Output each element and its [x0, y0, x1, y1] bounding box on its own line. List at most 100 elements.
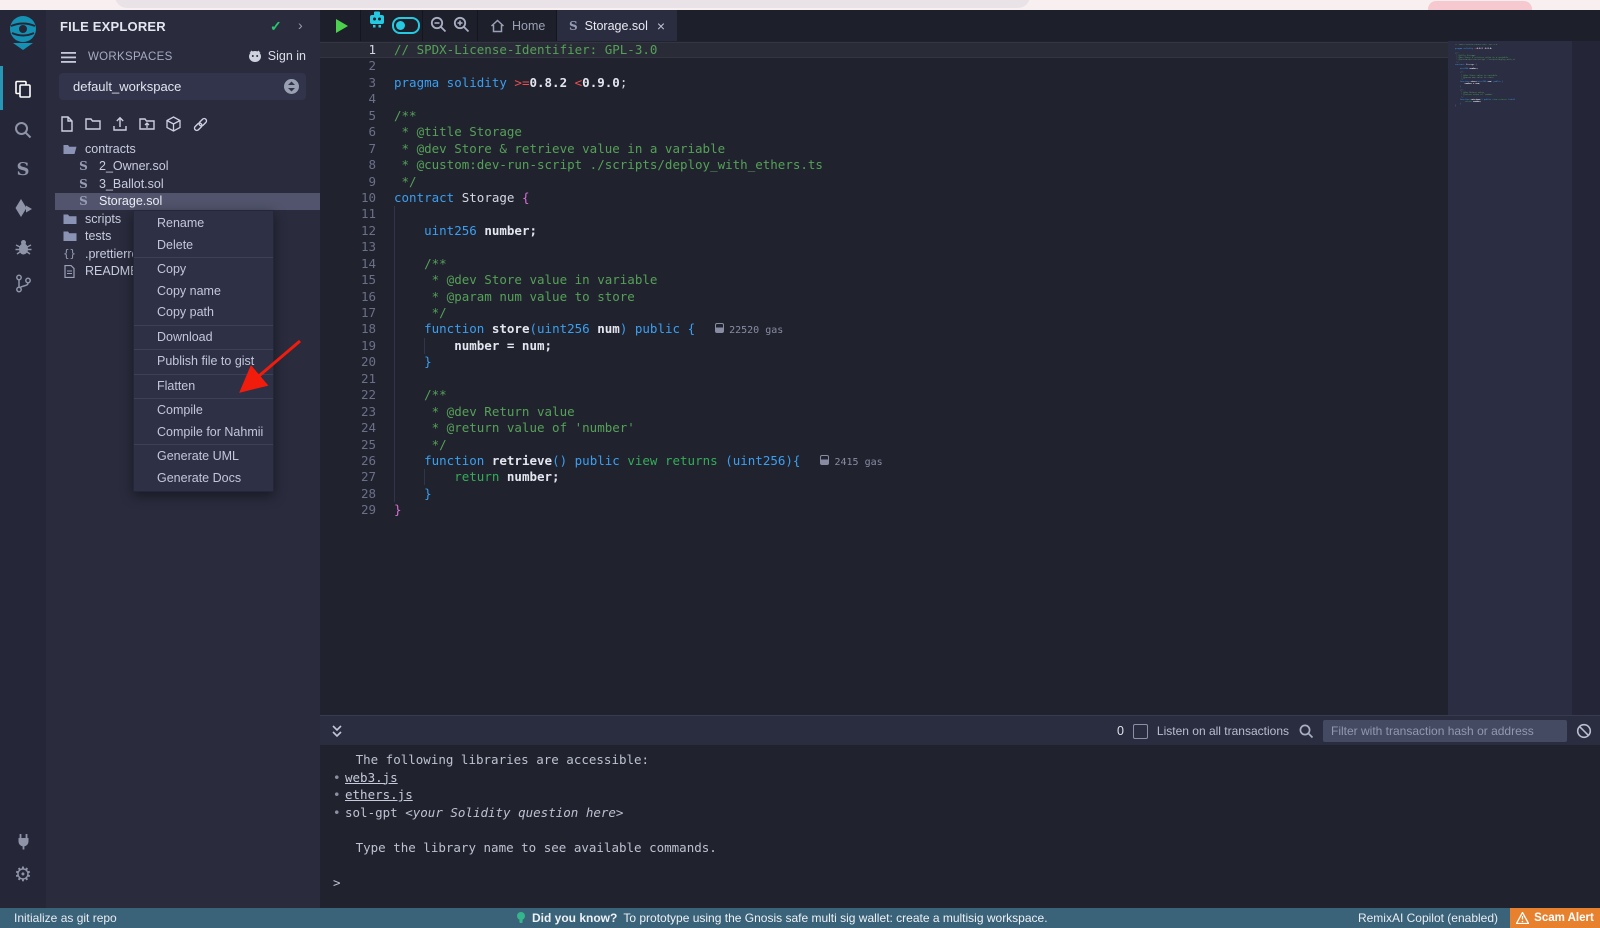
tree-item-label: tests	[85, 229, 111, 243]
menu-item-rename[interactable]: Rename	[134, 213, 273, 235]
bullet: •	[333, 804, 345, 822]
upload-folder-icon[interactable]	[139, 116, 155, 133]
menu-item-copy-path[interactable]: Copy path	[134, 302, 273, 324]
line-number: 23	[320, 404, 376, 420]
minimap[interactable]: // SPDX-License-Identifier: GPL-3.0pragm…	[1455, 44, 1515, 107]
line-number: 24	[320, 420, 376, 436]
browser-pink-element	[1428, 1, 1532, 10]
home-icon	[490, 19, 505, 33]
menu-item-flatten[interactable]: Flatten	[134, 376, 273, 398]
terminal-text-line: Type the library name to see available c…	[320, 839, 1600, 857]
folder-icon	[62, 230, 77, 242]
upload-file-icon[interactable]	[112, 116, 128, 133]
terminal-search-icon[interactable]	[1298, 723, 1314, 739]
listen-checkbox[interactable]	[1133, 724, 1148, 739]
line-number: 10	[320, 190, 376, 206]
workspaces-label: WORKSPACES	[88, 51, 173, 63]
terminal-prompt[interactable]: >	[333, 875, 341, 890]
remix-logo[interactable]	[0, 16, 46, 50]
menu-divider	[134, 325, 273, 326]
library-link[interactable]: ethers.js	[345, 787, 413, 802]
minimap-line: }	[1455, 105, 1515, 107]
line-number: 15	[320, 272, 376, 288]
workspaces-menu-icon[interactable]	[61, 51, 76, 64]
workspaces-row: WORKSPACES Sign in	[46, 48, 320, 70]
tree-item-3-ballot-sol[interactable]: S3_Ballot.sol	[46, 175, 320, 193]
menu-item-download[interactable]: Download	[134, 327, 273, 349]
collapse-terminal-icon[interactable]	[330, 724, 344, 738]
line-number: 6	[320, 124, 376, 140]
link-icon[interactable]	[192, 116, 209, 133]
line-number: 20	[320, 354, 376, 370]
git-icon[interactable]	[0, 266, 46, 300]
folder-open-icon	[62, 143, 77, 155]
lightbulb-icon	[516, 911, 526, 925]
did-you-know-tip: Did you know? To prototype using the Gno…	[516, 911, 1048, 925]
line-number: 26	[320, 453, 376, 469]
workspace-select[interactable]: default_workspace	[59, 73, 306, 100]
transaction-filter-input[interactable]	[1323, 720, 1567, 742]
tree-item-contracts[interactable]: contracts	[46, 140, 320, 158]
close-tab-icon[interactable]: ×	[657, 18, 665, 34]
workspace-name: default_workspace	[73, 79, 181, 94]
create-file-icon[interactable]	[59, 116, 74, 133]
file-actions-toolbar	[59, 116, 209, 133]
code-line	[394, 58, 883, 74]
terminal-text-line: The following libraries are accessible:	[320, 751, 1600, 769]
file-explorer-icon[interactable]	[0, 72, 46, 106]
menu-item-generate-docs[interactable]: Generate Docs	[134, 468, 273, 490]
deploy-and-run-icon[interactable]	[0, 191, 46, 225]
tab-storage-sol[interactable]: S Storage.sol ×	[557, 10, 677, 41]
sign-in-button[interactable]: Sign in	[247, 49, 306, 63]
line-number: 18	[320, 321, 376, 337]
menu-item-compile[interactable]: Compile	[134, 400, 273, 422]
line-number: 28	[320, 486, 376, 502]
menu-item-copy[interactable]: Copy	[134, 259, 273, 281]
menu-item-compile-for-nahmii[interactable]: Compile for Nahmii	[134, 422, 273, 444]
zoom-out-icon[interactable]	[429, 15, 448, 34]
terminal-output[interactable]: > The following libraries are accessible…	[320, 745, 1600, 914]
menu-item-copy-name[interactable]: Copy name	[134, 281, 273, 303]
line-number: 22	[320, 387, 376, 403]
line-number: 5	[320, 108, 376, 124]
ai-assistant-icon[interactable]	[366, 10, 388, 28]
init-git-repo-button[interactable]: Initialize as git repo	[14, 911, 117, 925]
zoom-in-icon[interactable]	[452, 15, 471, 34]
create-folder-icon[interactable]	[85, 116, 101, 133]
debugger-icon[interactable]	[0, 230, 46, 264]
code-content[interactable]: // SPDX-License-Identifier: GPL-3.0pragm…	[394, 42, 883, 519]
workspace-stepper-icon[interactable]	[284, 79, 299, 94]
code-line: function store(uint256 num) public {2252…	[394, 321, 883, 337]
settings-icon[interactable]: ⚙	[0, 858, 46, 892]
search-icon[interactable]	[0, 113, 46, 147]
scam-alert-button[interactable]: Scam Alert	[1510, 908, 1600, 928]
copilot-status[interactable]: RemixAI Copilot (enabled)	[1358, 911, 1498, 925]
solidity-compiler-icon[interactable]: S	[0, 152, 46, 186]
ipfs-cube-icon[interactable]	[166, 116, 181, 133]
code-line: */	[394, 305, 883, 321]
panel-chevron-icon[interactable]: ›	[298, 17, 303, 33]
tree-item-label: Storage.sol	[99, 194, 162, 208]
transaction-count: 0	[1117, 724, 1124, 738]
library-link[interactable]: web3.js	[345, 770, 398, 785]
tab-home[interactable]: Home	[478, 10, 557, 41]
status-bar: Initialize as git repo Did you know? To …	[0, 908, 1600, 928]
menu-item-delete[interactable]: Delete	[134, 235, 273, 257]
tree-item-2-owner-sol[interactable]: S2_Owner.sol	[46, 158, 320, 176]
tree-item-storage-sol[interactable]: SStorage.sol	[55, 193, 320, 211]
run-script-button[interactable]	[336, 19, 348, 33]
code-line	[394, 91, 883, 107]
menu-item-generate-uml[interactable]: Generate UML	[134, 446, 273, 468]
braces-icon: {}	[62, 248, 77, 260]
toolbar-divider	[360, 10, 361, 41]
clear-terminal-icon[interactable]	[1576, 723, 1592, 739]
code-line: */	[394, 437, 883, 453]
copilot-toggle[interactable]	[392, 17, 420, 34]
menu-item-publish-file-to-gist[interactable]: Publish file to gist	[134, 351, 273, 373]
minimap-band[interactable]	[1448, 41, 1572, 715]
terminal-library-link: •web3.js	[320, 769, 1600, 787]
plugin-manager-icon[interactable]	[0, 824, 46, 858]
code-line: }	[394, 354, 883, 370]
code-editor[interactable]: 1234567891011121314151617181920212223242…	[320, 41, 1448, 715]
code-line: * @custom:dev-run-script ./scripts/deplo…	[394, 157, 883, 173]
